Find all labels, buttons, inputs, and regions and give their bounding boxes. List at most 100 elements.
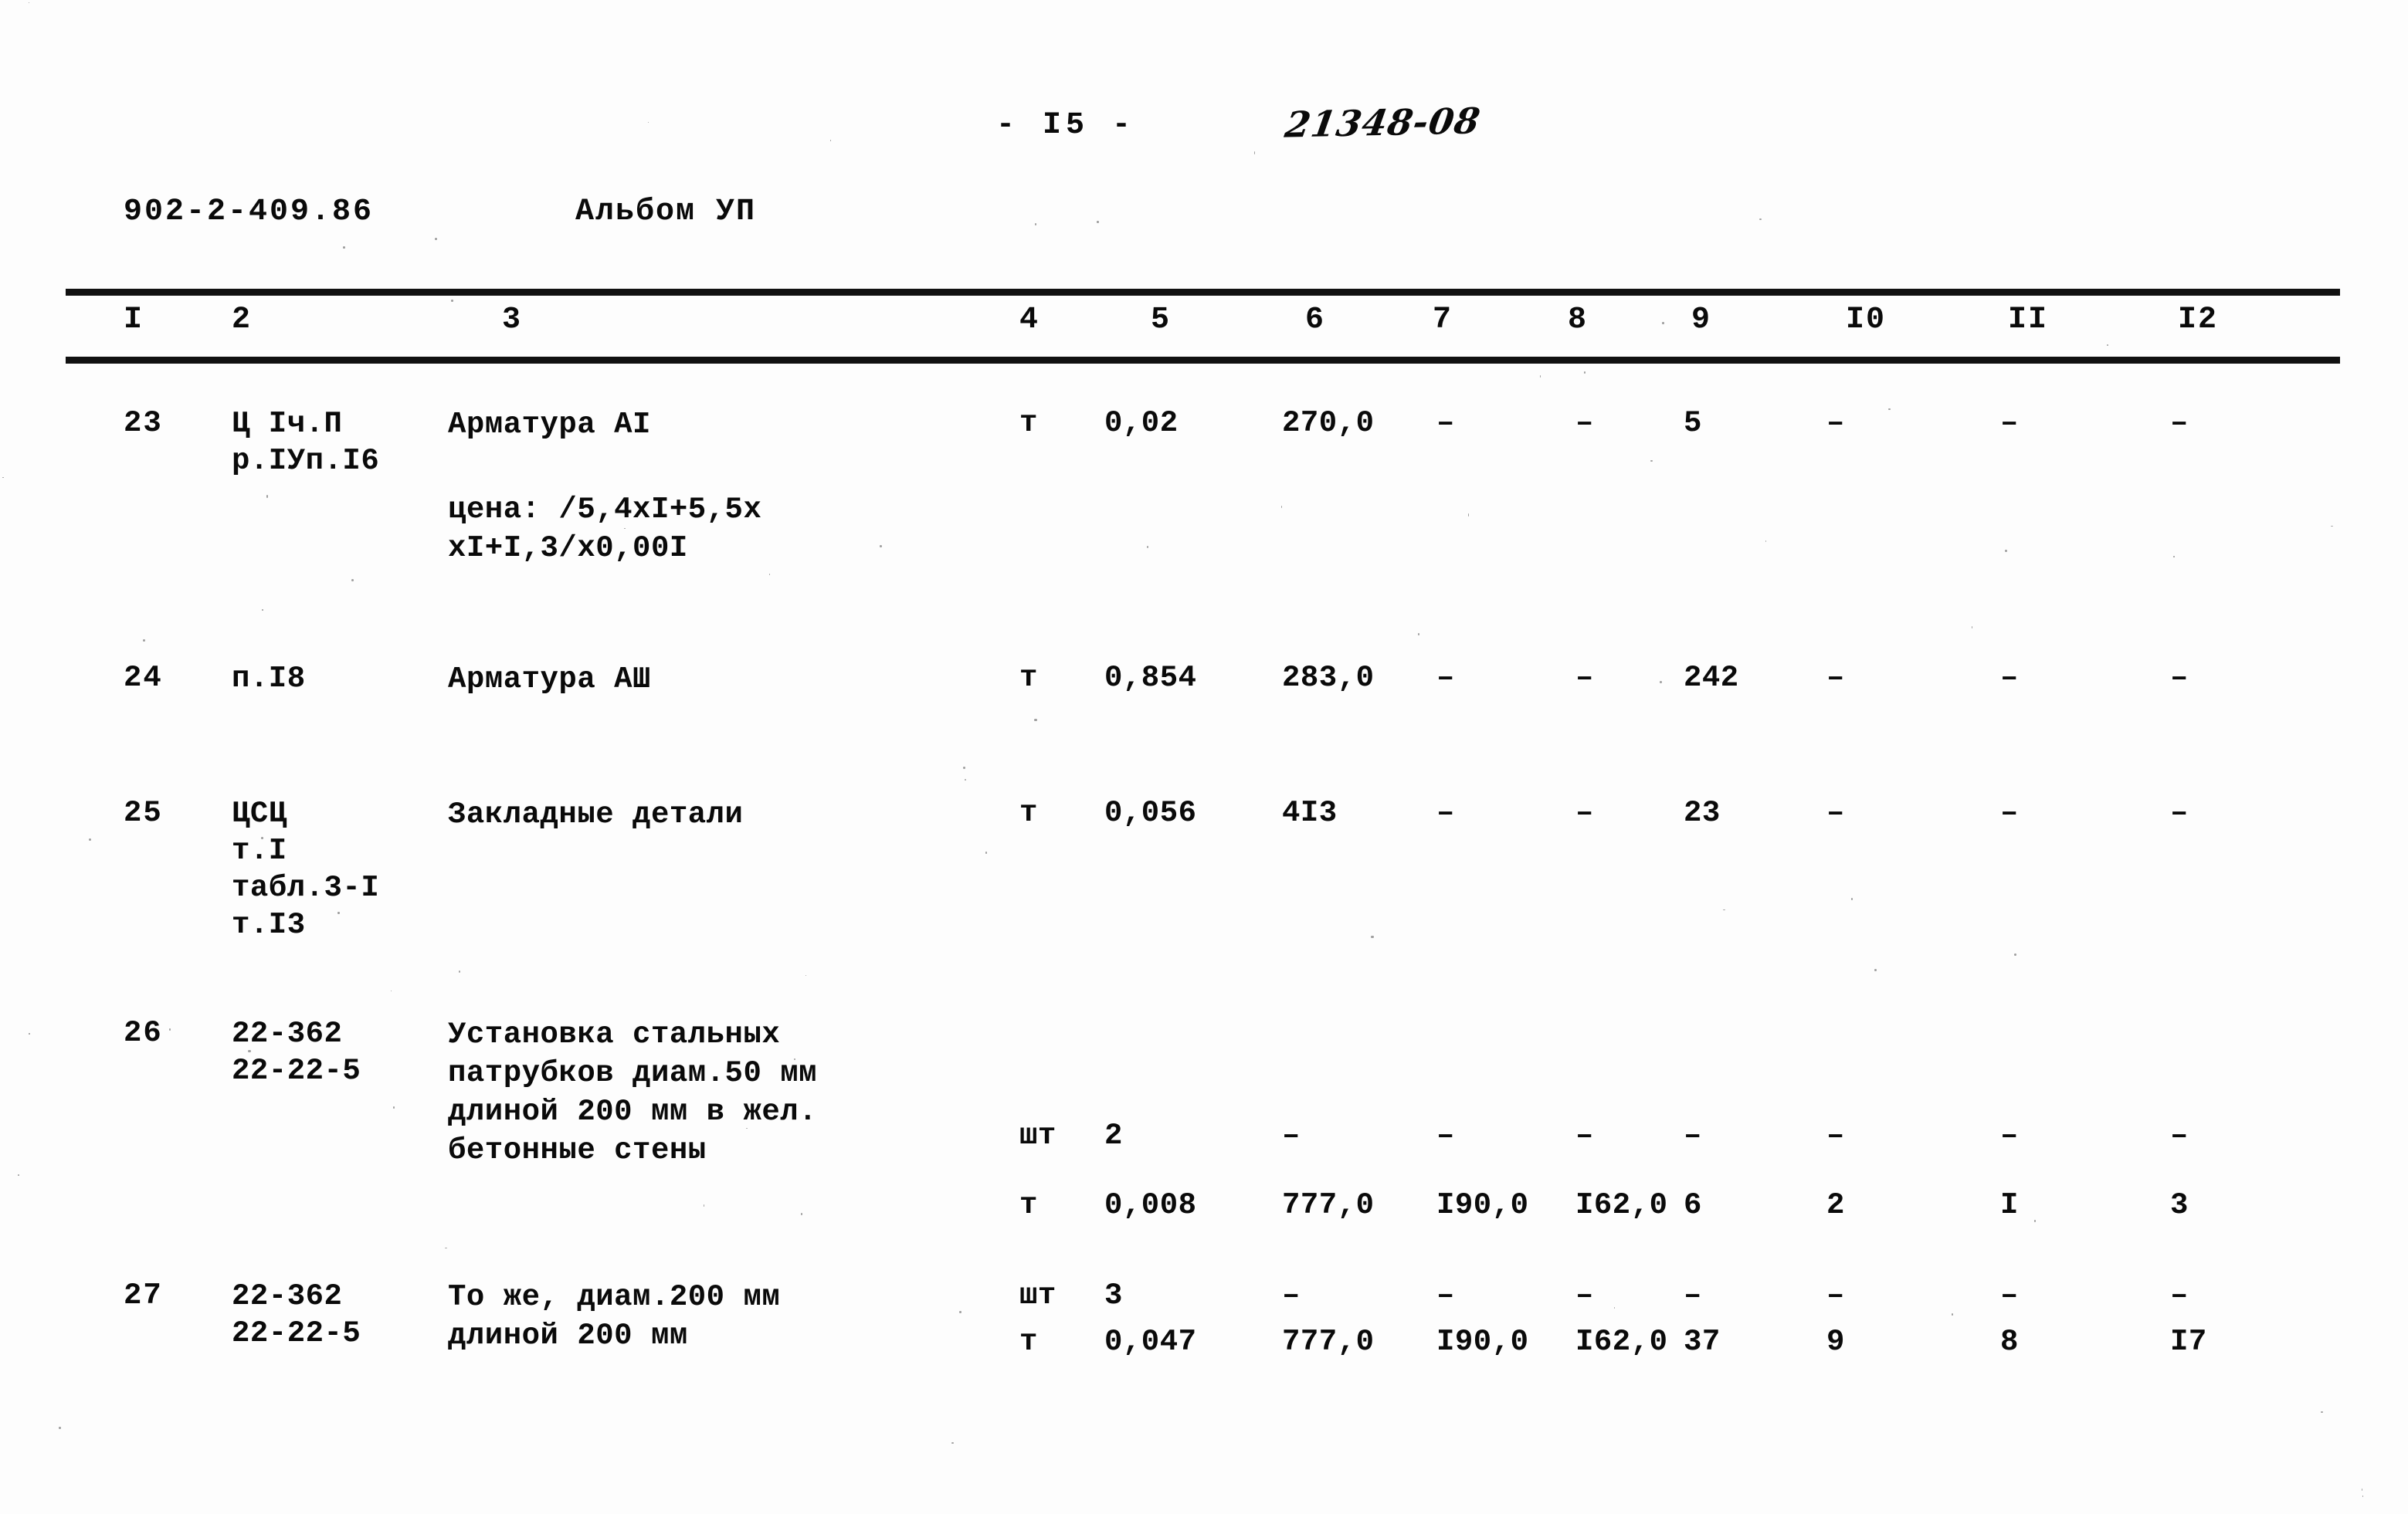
row-value-c11: – xyxy=(2000,1279,2019,1312)
scan-speck xyxy=(800,1212,802,1215)
scan-speck xyxy=(793,1058,796,1061)
row-value-c10: – xyxy=(1826,1279,1845,1312)
row-value-c12: I7 xyxy=(2170,1325,2207,1359)
scan-speck xyxy=(703,1204,705,1207)
scan-speck xyxy=(2362,1495,2364,1498)
row-value-c10: 9 xyxy=(1826,1325,1845,1359)
row-value-c9: 242 xyxy=(1684,661,1739,695)
row-value-c9: 23 xyxy=(1684,796,1721,830)
scan-speck xyxy=(1147,545,1149,548)
row-code: п.I8 xyxy=(232,662,306,696)
row-value-c8: – xyxy=(1575,1279,1594,1312)
row-unit: т xyxy=(1019,661,1038,695)
scan-speck xyxy=(2014,953,2017,956)
row-description: Арматура АШ xyxy=(448,662,651,696)
scan-speck xyxy=(143,638,146,642)
row-value-c12: – xyxy=(2170,406,2189,440)
row-value-c5: 0,854 xyxy=(1104,661,1197,695)
row-unit: шт xyxy=(1019,1119,1056,1153)
row-value-c11: – xyxy=(2000,406,2019,440)
scan-speck xyxy=(2,476,4,479)
row-value-c5: 0,056 xyxy=(1104,796,1197,830)
scan-speck xyxy=(1034,223,1036,226)
scan-speck xyxy=(29,1033,30,1035)
scan-speck xyxy=(261,609,263,611)
row-value-c10: – xyxy=(1826,406,1845,440)
scan-speck xyxy=(1759,218,1762,221)
scanned-page: - I5 - 21348-08 902-2-409.86 Альбом УП I… xyxy=(0,0,2408,1514)
scan-speck xyxy=(1418,632,1420,636)
table-header-rule xyxy=(66,357,2340,364)
row-value-c6: – xyxy=(1282,1119,1301,1153)
scan-speck xyxy=(1097,221,1099,223)
table-top-rule xyxy=(66,289,2340,296)
row-value-c10: 2 xyxy=(1826,1188,1845,1222)
scan-speck xyxy=(58,1426,61,1429)
scan-speck xyxy=(805,974,806,977)
scan-speck xyxy=(134,817,137,818)
scan-speck xyxy=(1253,151,1256,154)
scan-speck xyxy=(958,1311,962,1313)
row-value-c8: I62,0 xyxy=(1575,1325,1668,1359)
row-value-c11: I xyxy=(2000,1188,2019,1222)
row-value-c7: – xyxy=(1436,796,1455,830)
page-number: - I5 - xyxy=(996,108,1136,143)
row-code: ЦСЦ т.I табл.3-I т.I3 xyxy=(232,797,380,942)
row-value-c6: 777,0 xyxy=(1282,1325,1375,1359)
scan-speck xyxy=(951,1441,954,1444)
scan-speck xyxy=(88,838,92,842)
row-value-c8: I62,0 xyxy=(1575,1188,1668,1222)
column-header-2: 2 xyxy=(232,303,253,337)
row-value-c12: 3 xyxy=(2170,1188,2189,1222)
column-header-1: I xyxy=(124,303,144,337)
scan-speck xyxy=(1888,408,1891,411)
handwritten-document-code: 21348-08 xyxy=(1282,100,1484,146)
row-description: Установка стальных патрубков диам.50 мм … xyxy=(448,1018,818,1167)
scan-speck xyxy=(1874,969,1877,971)
scan-speck xyxy=(2321,1411,2323,1414)
row-value-c10: – xyxy=(1826,661,1845,695)
scan-speck xyxy=(1467,513,1470,517)
row-value-c10: – xyxy=(1826,1119,1845,1153)
scan-speck xyxy=(830,140,832,141)
scan-speck xyxy=(2172,556,2175,557)
row-value-c8: – xyxy=(1575,1119,1594,1153)
scan-speck xyxy=(169,1028,171,1031)
row-value-c11: – xyxy=(2000,796,2019,830)
scan-speck xyxy=(1952,1313,1954,1316)
row-description: То же, диам.200 мм длиной 200 мм xyxy=(448,1280,781,1353)
row-value-c5: 0,008 xyxy=(1104,1188,1197,1222)
scan-speck xyxy=(1539,374,1541,378)
row-value-c6: – xyxy=(1282,1279,1301,1312)
scan-speck xyxy=(1850,897,1853,901)
row-description: Арматура АI xyxy=(448,408,651,442)
scan-speck xyxy=(458,970,460,974)
row-value-c12: – xyxy=(2170,796,2189,830)
column-header-9: 9 xyxy=(1691,303,1712,337)
scan-speck xyxy=(1614,1306,1616,1309)
scan-speck xyxy=(964,778,966,781)
row-value-c9: 37 xyxy=(1684,1325,1721,1359)
row-code: Ц Iч.П р.IУп.I6 xyxy=(232,407,380,478)
scan-speck xyxy=(266,495,269,498)
scan-speck xyxy=(451,300,453,303)
column-header-8: 8 xyxy=(1568,303,1589,337)
column-header-12: I2 xyxy=(2178,303,2219,337)
scan-speck xyxy=(342,246,346,249)
column-header-11: II xyxy=(2008,303,2049,337)
row-value-c9: – xyxy=(1684,1279,1702,1312)
scan-speck xyxy=(1765,540,1767,543)
row-value-c7: I90,0 xyxy=(1436,1325,1529,1359)
row-value-c9: – xyxy=(1684,1119,1702,1153)
row-value-c6: 777,0 xyxy=(1282,1188,1375,1222)
scan-speck xyxy=(1584,371,1586,374)
row-index: 26 xyxy=(124,1016,163,1050)
scan-speck xyxy=(1034,718,1037,721)
scan-speck xyxy=(434,237,437,241)
scan-speck xyxy=(2034,1220,2036,1223)
scan-speck xyxy=(963,766,966,769)
scan-speck xyxy=(393,1106,395,1109)
row-value-c5: 0,02 xyxy=(1104,406,1179,440)
row-index: 23 xyxy=(124,406,163,440)
scan-speck xyxy=(2331,526,2334,527)
